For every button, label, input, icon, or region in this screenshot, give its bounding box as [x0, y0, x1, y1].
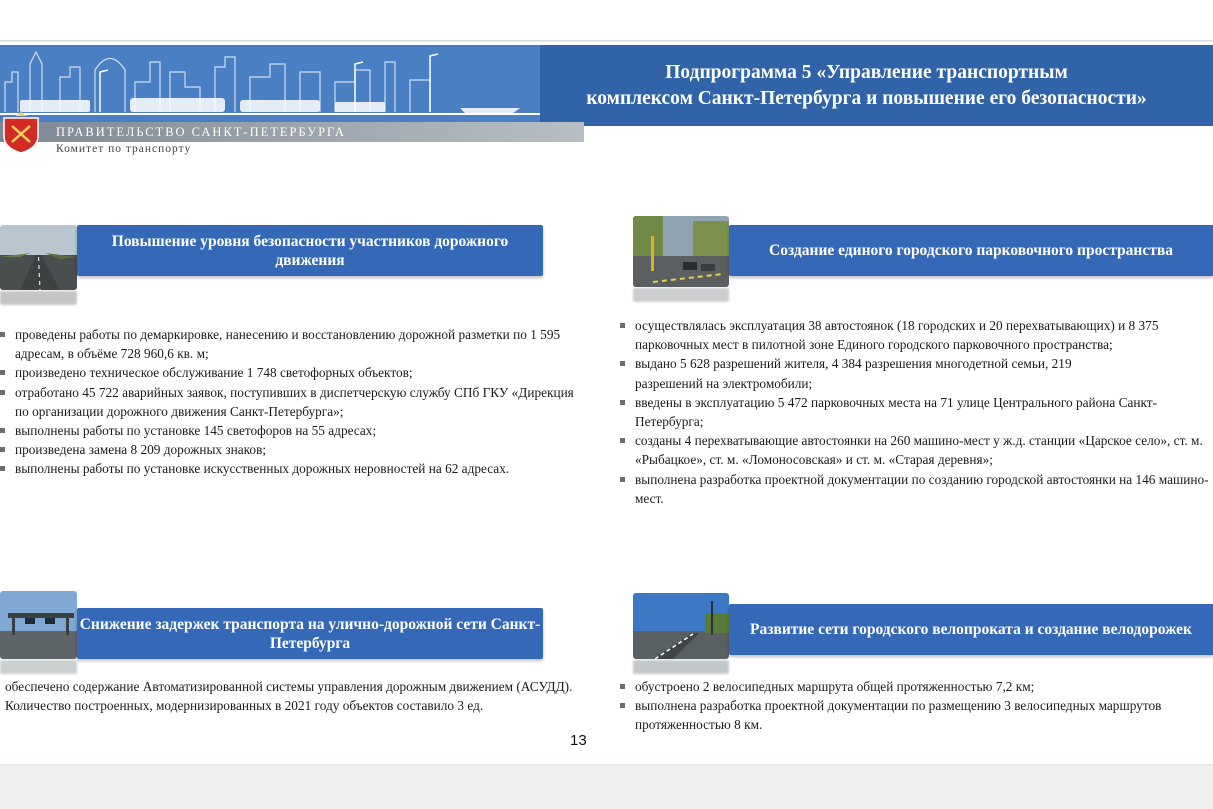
section-heading-parking: Создание единого городского парковочного…: [729, 225, 1213, 276]
section-heading-delays: Снижение задержек транспорта на улично-д…: [77, 608, 543, 659]
list-item: обустроено 2 велосипедных маршрута общей…: [620, 677, 1210, 696]
parking-list: осуществлялась эксплуатация 38 автостоян…: [620, 316, 1213, 508]
parking-photo: [633, 216, 729, 287]
list-item: проведены работы по демаркировке, нанесе…: [0, 325, 575, 363]
road-photo-reflection: [0, 291, 77, 305]
list-item: выполнена разработка проектной документа…: [620, 696, 1210, 734]
viewer-bottom-bar: [0, 766, 1213, 809]
slide-title: Подпрограмма 5 «Управление транспортным …: [520, 60, 1213, 112]
parking-photo-reflection: [633, 288, 729, 302]
bike-lane-photo-reflection: [633, 660, 729, 674]
section-heading-safety: Повышение уровня безопасности участников…: [77, 225, 543, 276]
gantry-photo: [0, 591, 77, 659]
list-item: осуществлялась эксплуатация 38 автостоян…: [620, 316, 1213, 354]
delays-list: обеспечено содержание Автоматизированной…: [0, 677, 575, 715]
section-heading-bikes: Развитие сети городского велопроката и с…: [729, 604, 1213, 655]
safety-list: проведены работы по демаркировке, нанесе…: [0, 325, 575, 479]
bike-lane-photo: [633, 593, 729, 659]
list-item: отработано 45 722 аварийных заявок, пост…: [0, 383, 575, 421]
page-number: 13: [570, 732, 587, 749]
list-item: созданы 4 перехватывающие автостоянки на…: [620, 431, 1213, 469]
gantry-photo-reflection: [0, 660, 77, 674]
list-item: произведена замена 8 209 дорожных знаков…: [0, 440, 575, 459]
city-skyline-illustration: [0, 45, 540, 126]
list-item: выдано 5 628 разрешений жителя, 4 384 ра…: [620, 354, 1213, 392]
slide-title-line1: Подпрограмма 5 «Управление транспортным: [665, 62, 1068, 83]
road-photo: [0, 225, 77, 290]
list-item: выполнены работы по установке искусствен…: [0, 459, 575, 478]
presentation-slide: Подпрограмма 5 «Управление транспортным …: [0, 42, 1213, 764]
list-item: произведено техническое обслуживание 1 7…: [0, 363, 575, 382]
list-item: выполнены работы по установке 145 светоф…: [0, 421, 575, 440]
list-item: обеспечено содержание Автоматизированной…: [0, 677, 575, 715]
spb-coat-of-arms-icon: [3, 112, 39, 154]
viewer-top-bar: [0, 0, 1213, 41]
slide-title-line2: комплексом Санкт-Петербурга и повышение …: [586, 88, 1147, 109]
list-item: введены в эксплуатацию 5 472 парковочных…: [620, 393, 1213, 431]
list-item: выполнена разработка проектной документа…: [620, 470, 1213, 508]
committee-name: Комитет по транспорту: [56, 143, 192, 155]
government-name: ПРАВИТЕЛЬСТВО САНКТ-ПЕТЕРБУРГА: [56, 125, 346, 139]
bikes-list: обустроено 2 велосипедных маршрута общей…: [620, 677, 1210, 735]
